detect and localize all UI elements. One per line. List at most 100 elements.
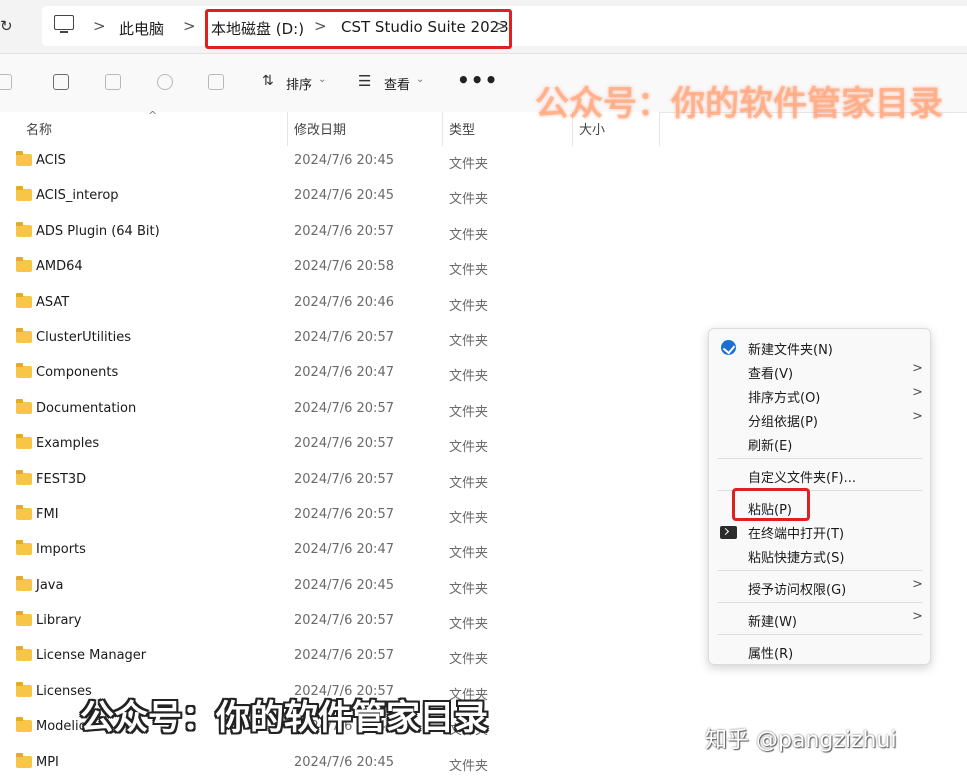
file-row[interactable]: FEST3D 2024/7/6 20:57 文件夹 xyxy=(0,463,660,498)
file-name: Library xyxy=(36,613,82,629)
file-date: 2024/7/6 20:57 xyxy=(294,648,394,664)
file-row[interactable]: MPI 2024/7/6 20:45 文件夹 xyxy=(0,746,660,781)
file-list: ACIS 2024/7/6 20:45 文件夹 ACIS_interop 2024/7/… xyxy=(0,144,660,781)
menu-item-open-terminal[interactable]: 在终端中打开(T) xyxy=(748,523,844,542)
new-folder-icon xyxy=(721,340,736,355)
rename-icon[interactable] xyxy=(105,74,121,90)
folder-icon xyxy=(16,327,32,343)
file-row[interactable]: Components 2024/7/6 20:47 文件夹 xyxy=(0,356,660,391)
file-name: FEST3D xyxy=(36,471,87,487)
paste-icon[interactable] xyxy=(53,74,69,90)
file-name: ADS Plugin (64 Bit) xyxy=(36,223,160,239)
menu-item-properties[interactable]: 属性(R) xyxy=(748,643,793,662)
folder-icon xyxy=(16,611,32,627)
file-row[interactable]: Library 2024/7/6 20:57 文件夹 xyxy=(0,604,660,639)
file-name: AMD64 xyxy=(36,259,83,275)
chevron-right-icon[interactable]: > xyxy=(183,17,196,35)
view-button[interactable]: 查看 xyxy=(384,74,410,93)
file-name: ClusterUtilities xyxy=(36,329,132,345)
column-name[interactable]: 名称 xyxy=(26,119,52,138)
file-row[interactable]: AMD64 2024/7/6 20:58 文件夹 xyxy=(0,250,660,285)
file-row[interactable]: Java 2024/7/6 20:45 文件夹 xyxy=(0,569,660,604)
copy-icon[interactable] xyxy=(0,74,12,90)
chevron-right-icon[interactable]: > xyxy=(93,17,106,35)
file-type: 文件夹 xyxy=(449,440,489,456)
more-options-button[interactable]: ••• xyxy=(457,68,498,92)
file-type: 文件夹 xyxy=(449,404,489,420)
paste-highlight-box xyxy=(732,488,810,521)
menu-item-sort-by[interactable]: 排序方式(O) xyxy=(748,387,820,406)
file-name: MPI xyxy=(36,754,59,770)
file-type: 文件夹 xyxy=(449,263,489,279)
sort-button[interactable]: 排序 xyxy=(286,74,312,93)
refresh-icon[interactable]: ↻ xyxy=(0,17,14,35)
menu-item-grant-access[interactable]: 授予访问权限(G) xyxy=(748,579,846,598)
file-date: 2024/7/6 20:57 xyxy=(294,436,394,452)
watermark-top: 公众号：你的软件管家目录 xyxy=(535,84,943,124)
file-row[interactable]: ADS Plugin (64 Bit) 2024/7/6 20:57 文件夹 xyxy=(0,215,660,250)
chevron-down-icon[interactable]: ⌄ xyxy=(416,74,424,85)
folder-icon xyxy=(16,752,32,768)
file-row[interactable]: ASAT 2024/7/6 20:46 文件夹 xyxy=(0,286,660,321)
file-date: 2024/7/6 20:46 xyxy=(294,294,394,310)
sort-icon[interactable]: ⇅ xyxy=(262,73,274,89)
submenu-arrow-icon: > xyxy=(912,409,923,424)
watermark-bottom: 公众号：你的软件管家目录 xyxy=(80,698,488,738)
menu-item-paste-shortcut[interactable]: 粘贴快捷方式(S) xyxy=(748,547,844,566)
menu-separator xyxy=(717,602,922,603)
file-date: 2024/7/6 20:57 xyxy=(294,613,394,629)
folder-icon xyxy=(16,717,32,733)
menu-item-customize-folder[interactable]: 自定义文件夹(F)... xyxy=(748,467,856,486)
folder-icon xyxy=(16,292,32,308)
delete-icon[interactable] xyxy=(208,74,224,90)
file-row[interactable]: ClusterUtilities 2024/7/6 20:57 文件夹 xyxy=(0,321,660,356)
file-type: 文件夹 xyxy=(449,758,489,774)
file-type: 文件夹 xyxy=(449,617,489,633)
column-type[interactable]: 类型 xyxy=(449,119,475,138)
folder-icon xyxy=(16,469,32,485)
column-date[interactable]: 修改日期 xyxy=(294,119,346,138)
file-row[interactable]: License Manager 2024/7/6 20:57 文件夹 xyxy=(0,639,660,674)
breadcrumb-this-pc[interactable]: 此电脑 xyxy=(119,18,164,39)
file-type: 文件夹 xyxy=(449,369,489,385)
menu-item-new-folder[interactable]: 新建文件夹(N) xyxy=(748,339,833,358)
menu-item-refresh[interactable]: 刷新(E) xyxy=(748,435,792,454)
menu-item-view[interactable]: 查看(V) xyxy=(748,363,793,382)
file-row[interactable]: FMI 2024/7/6 20:57 文件夹 xyxy=(0,498,660,533)
file-name: Java xyxy=(36,577,64,593)
menu-separator xyxy=(717,570,922,571)
folder-icon xyxy=(16,646,32,662)
folder-icon xyxy=(16,540,32,556)
folder-icon xyxy=(16,257,32,273)
file-date: 2024/7/6 20:45 xyxy=(294,153,394,168)
file-row[interactable]: ACIS 2024/7/6 20:45 文件夹 xyxy=(0,144,660,179)
file-date: 2024/7/6 20:57 xyxy=(294,223,394,239)
column-divider[interactable] xyxy=(287,112,288,146)
file-type: 文件夹 xyxy=(449,298,489,314)
submenu-arrow-icon: > xyxy=(912,385,923,400)
file-date: 2024/7/6 20:45 xyxy=(294,577,394,593)
menu-separator xyxy=(717,458,922,459)
terminal-icon xyxy=(720,526,737,539)
file-row[interactable]: ACIS_interop 2024/7/6 20:45 文件夹 xyxy=(0,179,660,214)
file-row[interactable]: Examples 2024/7/6 20:57 文件夹 xyxy=(0,427,660,462)
folder-icon xyxy=(16,186,32,202)
file-row[interactable]: Documentation 2024/7/6 20:57 文件夹 xyxy=(0,392,660,427)
file-date: 2024/7/6 20:57 xyxy=(294,506,394,522)
file-row[interactable]: Imports 2024/7/6 20:47 文件夹 xyxy=(0,533,660,568)
view-icon[interactable]: ☰ xyxy=(358,72,371,90)
folder-icon xyxy=(16,681,32,697)
chevron-down-icon[interactable]: ⌄ xyxy=(318,74,326,85)
folder-icon xyxy=(16,575,32,591)
this-pc-icon[interactable] xyxy=(54,15,74,33)
column-divider[interactable] xyxy=(442,112,443,146)
file-type: 文件夹 xyxy=(449,510,489,526)
file-type: 文件夹 xyxy=(449,192,489,208)
menu-item-group-by[interactable]: 分组依据(P) xyxy=(748,411,818,430)
menu-item-new[interactable]: 新建(W) xyxy=(748,611,797,630)
file-date: 2024/7/6 20:57 xyxy=(294,400,394,416)
file-date: 2024/7/6 20:45 xyxy=(294,754,394,770)
file-type: 文件夹 xyxy=(449,157,489,172)
context-menu: 新建文件夹(N) 查看(V) > 排序方式(O) > 分组依据(P) > 刷新(… xyxy=(708,328,931,665)
share-icon[interactable] xyxy=(157,74,173,90)
